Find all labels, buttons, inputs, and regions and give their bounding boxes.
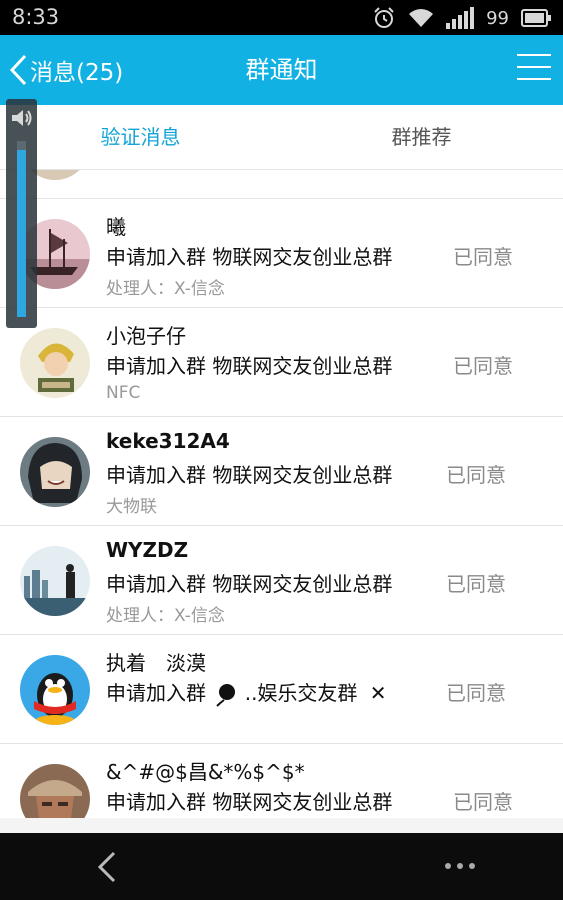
list-item[interactable]: 曦 申请加入群 物联网交友创业总群 处理人：X-信念 已同意 [0, 199, 563, 308]
status-badge: 已同意 [446, 681, 506, 705]
request-text: 申请加入群 物联网交友创业总群 [106, 463, 393, 487]
list-item[interactable]: 小泡子仔 申请加入群 物联网交友创业总群 NFC 已同意 [0, 308, 563, 417]
requester-name: 执着 淡漠 [106, 651, 206, 675]
anime-character-avatar [20, 328, 90, 398]
list-item[interactable]: WYZDZ 申请加入群 物联网交友创业总群 处理人：X-信念 已同意 [0, 526, 563, 635]
speaker-icon [12, 110, 32, 126]
alarm-icon [374, 7, 394, 28]
requester-name: keke312A4 [106, 429, 230, 453]
request-text: 申请加入群 物联网交友创业总群 [106, 572, 393, 596]
request-text: 申请加入群 物联网交友创业总群 [106, 245, 393, 269]
status-badge: 已同意 [453, 790, 513, 814]
request-list[interactable]: 曦 申请加入群 物联网交友创业总群 处理人：X-信念 已同意 小泡子仔 申请加入… [0, 170, 563, 818]
man-in-cap-avatar [20, 764, 90, 818]
clock-time: 8:33 [12, 5, 60, 29]
chevron-left-icon [9, 54, 27, 86]
volume-overlay [6, 99, 37, 328]
request-text: 申请加入群 ..娱乐交友群 ✕ [106, 677, 387, 707]
handler-text: 处理人：X-信念 [106, 606, 225, 626]
tab-verification[interactable]: 验证消息 [0, 105, 281, 169]
status-badge: 已同意 [453, 245, 513, 269]
qq-penguin-avatar [20, 655, 90, 725]
title-bar: 消息(25) 群通知 [0, 35, 563, 105]
tab-bar: 验证消息 群推荐 [0, 105, 563, 274]
avatar [20, 437, 90, 507]
requester-name: WYZDZ [106, 538, 189, 562]
requester-name: &^#@$昌&*%$^$* [106, 760, 305, 784]
requester-name: 曦 [106, 215, 126, 239]
handler-text: NFC [106, 383, 141, 403]
avatar [20, 655, 90, 725]
list-item[interactable]: &^#@$昌&*%$^$* 申请加入群 物联网交友创业总群 已同意 [0, 744, 563, 818]
balloon-icon [216, 683, 236, 707]
list-item[interactable]: 执着 淡漠 申请加入群 ..娱乐交友群 ✕ 已同意 [0, 635, 563, 744]
status-badge: 已同意 [446, 572, 506, 596]
request-text: 申请加入群 物联网交友创业总群 [106, 790, 393, 814]
status-badge: 已同意 [446, 463, 506, 487]
volume-slider[interactable] [17, 141, 26, 317]
tab-group-recommend[interactable]: 群推荐 [281, 105, 562, 169]
menu-icon [517, 54, 551, 56]
menu-button[interactable] [517, 54, 551, 84]
battery-icon [521, 9, 551, 27]
handler-text: 大物联 [106, 497, 157, 517]
battery-level: 99 [486, 7, 509, 29]
bottom-nav-bar [0, 833, 563, 900]
close-icon: ✕ [369, 681, 387, 705]
list-item[interactable] [0, 170, 563, 199]
request-text: 申请加入群 物联网交友创业总群 [106, 354, 393, 378]
status-bar: 8:33 99 [0, 0, 563, 35]
back-button[interactable]: 消息(25) [8, 35, 123, 105]
wifi-icon [409, 9, 434, 27]
avatar [20, 546, 90, 616]
request-suffix: ..娱乐交友群 [244, 681, 358, 705]
avatar [20, 764, 90, 818]
city-skyline-avatar [20, 546, 90, 616]
avatar [20, 328, 90, 398]
handler-text: 处理人：X-信念 [106, 279, 225, 299]
more-options-button[interactable] [445, 863, 475, 869]
more-icon [445, 863, 451, 869]
requester-name: 小泡子仔 [106, 324, 186, 348]
volume-level-fill [17, 149, 26, 317]
status-badge: 已同意 [453, 354, 513, 378]
request-prefix: 申请加入群 [106, 681, 206, 705]
signal-icon [446, 7, 475, 29]
back-label: 消息(25) [30, 60, 124, 86]
anime-girl-avatar [20, 437, 90, 507]
list-item[interactable]: keke312A4 申请加入群 物联网交友创业总群 大物联 已同意 [0, 417, 563, 526]
status-icons: 99 [372, 5, 551, 31]
back-nav-icon[interactable] [92, 849, 124, 885]
